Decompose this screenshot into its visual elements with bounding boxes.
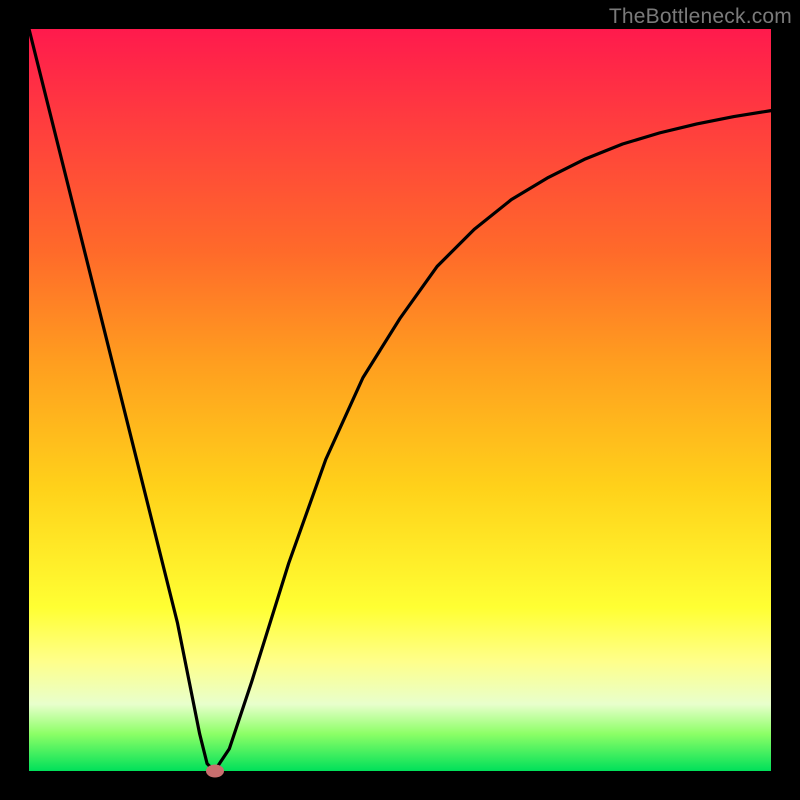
watermark-text: TheBottleneck.com [609,5,792,29]
optimal-point-marker [206,765,224,778]
plot-area [29,29,771,771]
chart-frame: TheBottleneck.com [0,0,800,800]
bottleneck-curve [29,29,771,771]
